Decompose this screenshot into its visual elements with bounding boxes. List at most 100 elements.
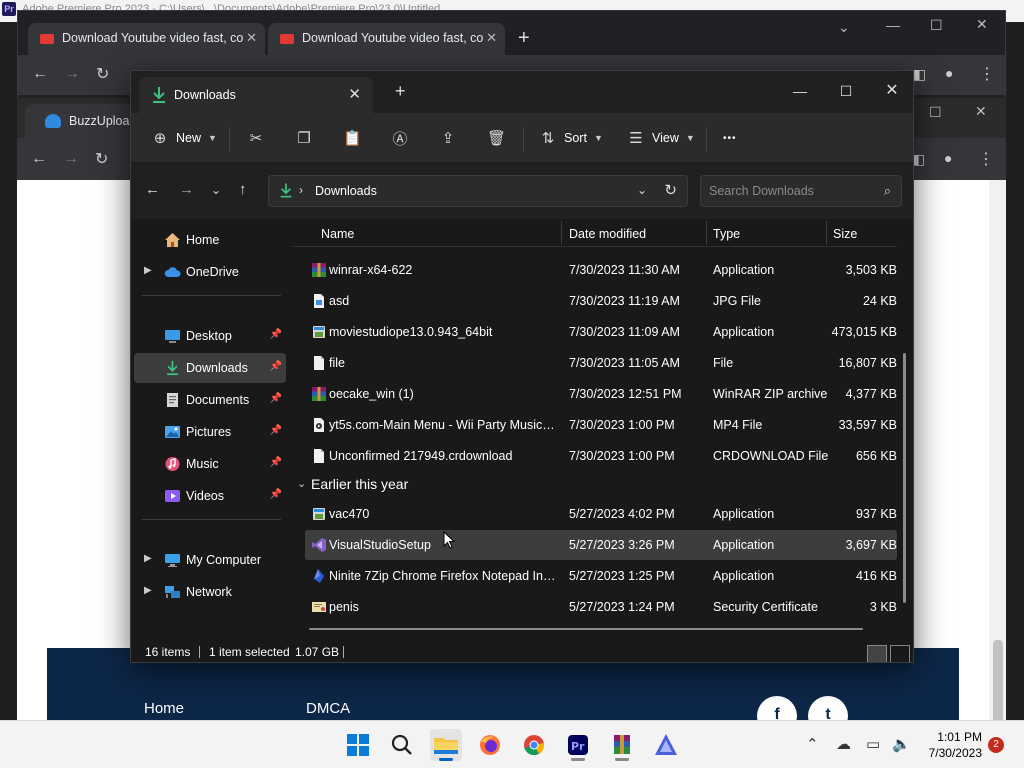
column-date-modified[interactable]: Date modified <box>569 227 646 241</box>
back-arrow-icon[interactable]: ← <box>31 150 47 168</box>
sidebar-item-pictures[interactable]: Pictures 📌 <box>134 417 286 447</box>
profile-icon[interactable]: ● <box>945 65 953 81</box>
tiles-view-icon[interactable] <box>890 645 910 662</box>
onedrive-tray-icon[interactable]: ☁ <box>836 735 851 753</box>
reload-icon[interactable]: ↻ <box>95 149 108 169</box>
file-row[interactable]: winrar-x64-622 7/30/2023 11:30 AM Applicat… <box>305 255 897 285</box>
sidebar-item-documents[interactable]: Documents 📌 <box>134 385 286 415</box>
search-box[interactable]: ⌕ <box>700 175 902 207</box>
view-button[interactable]: ☰ View ▼ <box>627 125 695 151</box>
taskbar-app-extra[interactable] <box>650 729 682 761</box>
menu-dots-icon[interactable]: ⋮ <box>979 64 995 84</box>
pin-icon[interactable]: 📌 <box>270 329 282 340</box>
notification-badge[interactable]: 2 <box>988 737 1004 753</box>
back-arrow-icon[interactable]: ← <box>145 181 160 198</box>
sidebar-item-network[interactable]: ▶ Network <box>134 577 286 607</box>
search-input[interactable] <box>709 184 869 198</box>
close-icon[interactable]: ✕ <box>976 16 988 33</box>
column-divider[interactable] <box>561 221 562 245</box>
pin-icon[interactable]: 📌 <box>270 393 282 404</box>
new-tab-icon[interactable]: + <box>518 27 530 50</box>
taskbar-firefox[interactable] <box>474 729 506 761</box>
sidebar-item-music[interactable]: Music 📌 <box>134 449 286 479</box>
details-view-icon[interactable] <box>867 645 887 662</box>
pin-icon[interactable]: 📌 <box>270 489 282 500</box>
taskbar-winrar[interactable] <box>606 729 638 761</box>
up-arrow-icon[interactable]: ↑ <box>239 181 247 198</box>
forward-arrow-icon[interactable]: → <box>179 181 194 198</box>
close-icon[interactable]: ✕ <box>869 77 913 105</box>
pin-icon[interactable]: 📌 <box>270 361 282 372</box>
forward-arrow-icon[interactable]: → <box>63 150 79 168</box>
reload-icon[interactable]: ↻ <box>96 64 109 84</box>
file-row[interactable]: VisualStudioSetup 5/27/2023 3:26 PM Applic… <box>305 530 897 560</box>
taskbar-chrome[interactable] <box>518 729 550 761</box>
rename-button[interactable]: Ⓐ <box>391 125 409 151</box>
forward-arrow-icon[interactable]: → <box>64 65 80 83</box>
footer-link-dmca[interactable]: DMCA <box>306 700 350 717</box>
column-divider[interactable] <box>706 221 707 245</box>
clock[interactable]: 1:01 PM 7/30/2023 <box>918 729 982 761</box>
close-icon[interactable]: ✕ <box>246 30 257 46</box>
column-size[interactable]: Size <box>833 227 857 241</box>
premiere-menu-fi[interactable]: Fi <box>6 26 15 38</box>
footer-link-home[interactable]: Home <box>144 700 184 717</box>
menu-dots-icon[interactable]: ⋮ <box>978 149 994 169</box>
sidebar-item-desktop[interactable]: Desktop 📌 <box>134 321 286 351</box>
chevron-down-icon[interactable]: ⌄ <box>637 183 647 197</box>
chrome-tab-1[interactable]: Download Youtube video fast, co ✕ <box>28 23 265 55</box>
file-row[interactable]: vac470 5/27/2023 4:02 PM Application 937 KB <box>305 499 897 529</box>
breadcrumb-downloads[interactable]: Downloads <box>315 184 377 198</box>
taskbar-premiere[interactable]: Pr <box>562 729 594 761</box>
vertical-scrollbar[interactable] <box>903 353 906 603</box>
maximize-icon[interactable]: ☐ <box>930 17 943 34</box>
chevron-down-icon[interactable]: ⌄ <box>297 477 306 490</box>
back-arrow-icon[interactable]: ← <box>32 65 48 83</box>
sidebar-item-videos[interactable]: Videos 📌 <box>134 481 286 511</box>
file-row[interactable]: penis 5/27/2023 1:24 PM Security Certifica… <box>305 592 897 622</box>
new-tab-icon[interactable]: + <box>395 82 406 100</box>
file-row[interactable]: oecake_win (1) 7/30/2023 12:51 PM WinRAR Z… <box>305 379 897 409</box>
column-divider[interactable] <box>826 221 827 245</box>
minimize-icon[interactable]: — <box>886 17 900 33</box>
address-bar[interactable]: › Downloads ⌄ ↻ <box>268 175 688 207</box>
network-icon[interactable]: ▭ <box>866 735 880 753</box>
file-row[interactable]: Ninite 7Zip Chrome Firefox Notepad Inst.… <box>305 561 897 591</box>
chevron-right-icon[interactable]: ▶ <box>144 553 152 564</box>
column-type[interactable]: Type <box>713 227 740 241</box>
pin-icon[interactable]: 📌 <box>270 425 282 436</box>
chevron-right-icon[interactable]: ▶ <box>144 265 152 276</box>
close-icon[interactable]: ✕ <box>975 103 987 120</box>
sidebar-icon[interactable]: ◧ <box>913 66 926 83</box>
taskbar-file-explorer[interactable] <box>430 729 462 761</box>
volume-icon[interactable]: 🔈 <box>892 735 911 753</box>
file-row[interactable]: asd 7/30/2023 11:19 AM JPG File 24 KB <box>305 286 897 316</box>
chevron-up-icon[interactable]: ⌃ <box>806 735 819 753</box>
sort-button[interactable]: ⇅ Sort ▼ <box>539 125 603 151</box>
chrome-tab-2[interactable]: Download Youtube video fast, co ✕ <box>268 23 505 55</box>
horizontal-scrollbar[interactable] <box>309 628 863 630</box>
close-icon[interactable]: ✕ <box>486 30 497 46</box>
cut-button[interactable]: ✂ <box>247 125 265 151</box>
search-button[interactable] <box>386 729 418 761</box>
explorer-tab-downloads[interactable]: Downloads ✕ <box>139 77 373 113</box>
sidebar-item-onedrive[interactable]: ▶ OneDrive <box>134 257 286 287</box>
chevron-right-icon[interactable]: ▶ <box>144 585 152 596</box>
maximize-icon[interactable]: ☐ <box>929 104 942 121</box>
profile-icon[interactable]: ● <box>944 150 952 166</box>
column-name[interactable]: Name <box>321 227 354 241</box>
recent-locations-chevron-icon[interactable]: ⌄ <box>211 183 221 197</box>
group-header-earlier-this-year[interactable]: ⌄ Earlier this year <box>293 472 885 498</box>
delete-button[interactable]: 🗑 <box>487 125 506 151</box>
share-button[interactable]: ⇪ <box>439 125 457 151</box>
file-row[interactable]: file 7/30/2023 11:05 AM File 16,807 KB <box>305 348 897 378</box>
sidebar-item-my-computer[interactable]: ▶ My Computer <box>134 545 286 575</box>
pin-icon[interactable]: 📌 <box>270 457 282 468</box>
refresh-icon[interactable]: ↻ <box>664 181 677 199</box>
minimize-icon[interactable]: — <box>777 77 823 105</box>
file-row[interactable]: moviestudiope13.0.943_64bit 7/30/2023 11:… <box>305 317 897 347</box>
paste-button[interactable]: 📋 <box>343 125 362 151</box>
close-icon[interactable]: ✕ <box>348 85 361 103</box>
page-scrollbar[interactable] <box>989 180 1006 768</box>
search-icon[interactable]: ⌕ <box>884 183 891 199</box>
